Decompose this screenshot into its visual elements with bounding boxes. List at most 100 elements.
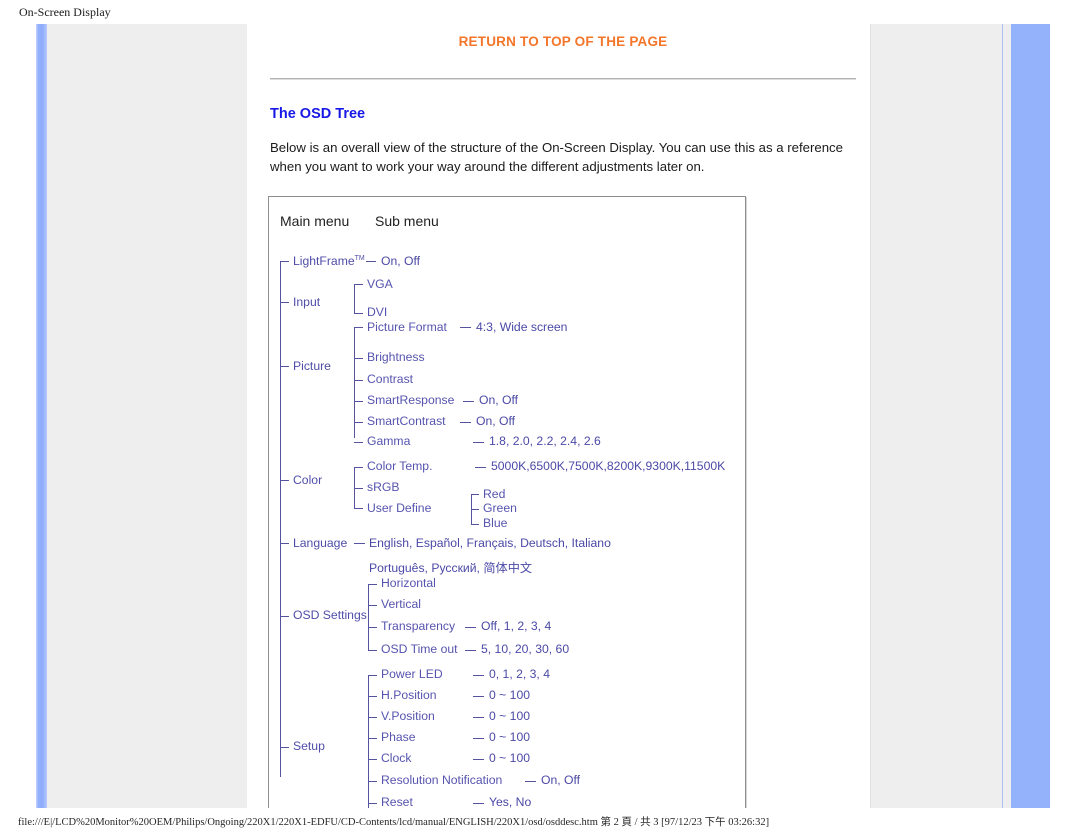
tree-dash-lightframe [366,261,376,262]
tree-item-color: Color [293,473,323,487]
tree-value-clock: 0 ~ 100 [489,751,531,765]
document-body: RETURN TO TOP OF THE PAGE The OSD Tree B… [0,24,1080,834]
tree-subtrunk-osd-settings [368,584,369,650]
intro-paragraph: Below is an overall view of the structur… [270,140,843,174]
tree-branch-h-position [368,696,377,697]
left-panel-divider [247,24,248,808]
tree-branch-language [280,543,289,544]
tree-dash-picture-format [460,327,471,328]
page-title: The OSD Tree [270,106,366,122]
tree-item-osd-timeout: OSD Time out [381,642,458,656]
tree-branch-green [471,509,479,510]
tree-item-red: Red [483,487,506,501]
tree-dash-transparency [465,627,476,628]
tree-item-resolution-notification: Resolution Notification [381,773,503,787]
tree-dash-resolution-notification [525,781,536,782]
tree-value-smartresponse: On, Off [479,393,519,407]
main-content-column: RETURN TO TOP OF THE PAGE The OSD Tree B… [268,24,858,834]
page-root: On-Screen Display RETURN TO TOP OF THE P… [0,0,1080,834]
right-panel-divider [1002,24,1003,808]
tree-branch-dvi [354,313,363,314]
tree-value-transparency: Off, 1, 2, 3, 4 [481,619,552,633]
tree-item-reset: Reset [381,795,413,809]
tree-value-resolution-notification: On, Off [541,773,581,787]
tree-dash-color-temp [475,467,486,468]
tree-value-osd-timeout: 5, 10, 20, 30, 60 [481,642,570,656]
tree-branch-picture-format [354,327,363,328]
tree-branch-power-led [368,675,377,676]
tree-value-h-position: 0 ~ 100 [489,688,531,702]
tree-branch-input [280,302,289,303]
tree-item-input: Input [293,295,321,309]
tree-branch-horizontal [368,584,377,585]
tree-item-contrast: Contrast [367,372,414,386]
tree-item-dvi: DVI [367,305,388,319]
tree-item-user-define: User Define [367,501,432,515]
tree-item-srgb: sRGB [367,480,400,494]
tree-header-sub-menu: Sub menu [375,213,439,229]
tree-dash-clock [473,759,484,760]
tree-branch-picture [280,366,289,367]
tree-item-vga: VGA [367,277,393,291]
tree-item-green: Green [483,501,517,515]
tree-item-picture-format: Picture Format [367,320,447,334]
tree-dash-gamma [473,442,484,443]
tree-header-main-menu: Main menu [280,213,350,229]
tree-item-setup: Setup [293,739,325,753]
right-panel [870,24,1022,808]
tree-branch-v-position [368,717,377,718]
tree-subtrunk-input [354,284,355,313]
tree-branch-clock [368,759,377,760]
tree-item-clock: Clock [381,751,412,765]
tree-dash-phase [473,738,484,739]
tree-branch-smartcontrast [354,422,363,423]
tree-item-v-position: V.Position [381,709,435,723]
tree-branch-color [280,480,289,481]
tree-dash-language [354,543,365,544]
tree-value-reset: Yes, No [489,795,532,809]
osd-tree-diagram: Main menu Sub menu LightFrameTM On, Off … [268,196,746,834]
status-bar: file:///E|/LCD%20Monitor%20OEM/Philips/O… [0,808,1080,834]
tree-branch-phase [368,738,377,739]
tree-item-vertical: Vertical [381,597,421,611]
tree-value-language-line1: English, Español, Français, Deutsch, Ita… [369,536,611,550]
tree-item-transparency: Transparency [381,619,456,633]
tree-item-osd-settings: OSD Settings [293,608,367,622]
tree-branch-vertical [368,605,377,606]
return-to-top-link[interactable]: RETURN TO TOP OF THE PAGE [268,34,858,49]
tree-branch-contrast [354,380,363,381]
tree-item-smartresponse: SmartResponse [367,393,455,407]
tree-branch-brightness [354,358,363,359]
tree-item-phase: Phase [381,730,416,744]
tree-branch-color-temp [354,467,363,468]
tree-branch-smartresponse [354,401,363,402]
tree-item-color-temp: Color Temp. [367,459,433,473]
tree-branch-blue [471,524,479,525]
tree-dash-h-position [473,696,484,697]
tree-branch-red [471,494,479,495]
tree-item-brightness: Brightness [367,350,425,364]
tree-value-v-position: 0 ~ 100 [489,709,531,723]
left-navigation-panel[interactable] [47,24,247,808]
tree-branch-setup [280,747,289,748]
tree-branch-user-define [354,508,363,509]
tree-value-color-temp: 5000K,6500K,7500K,8200K,9300K,11500K [491,459,726,473]
tree-item-horizontal: Horizontal [381,576,436,590]
tree-dash-smartresponse [463,401,474,402]
right-outer-margin [1050,24,1080,808]
tree-value-picture-format: 4:3, Wide screen [476,320,568,334]
tree-value-language-line2: Português, Русский, 简体中文 [369,561,533,575]
tree-item-smartcontrast: SmartContrast [367,414,446,428]
window-title: On-Screen Display [19,5,111,19]
left-blue-accent-bar [36,24,47,808]
tree-item-gamma: Gamma [367,434,411,448]
right-blue-accent-bar [1011,24,1050,808]
tree-value-lightframe: On, Off [381,254,421,268]
tree-branch-osd-timeout [368,650,377,651]
tree-value-power-led: 0, 1, 2, 3, 4 [489,667,550,681]
horizontal-rule [270,77,856,80]
status-bar-path: file:///E|/LCD%20Monitor%20OEM/Philips/O… [18,817,770,828]
tree-item-power-led: Power LED [381,667,443,681]
tree-value-phase: 0 ~ 100 [489,730,531,744]
tree-dash-smartcontrast [460,422,471,423]
